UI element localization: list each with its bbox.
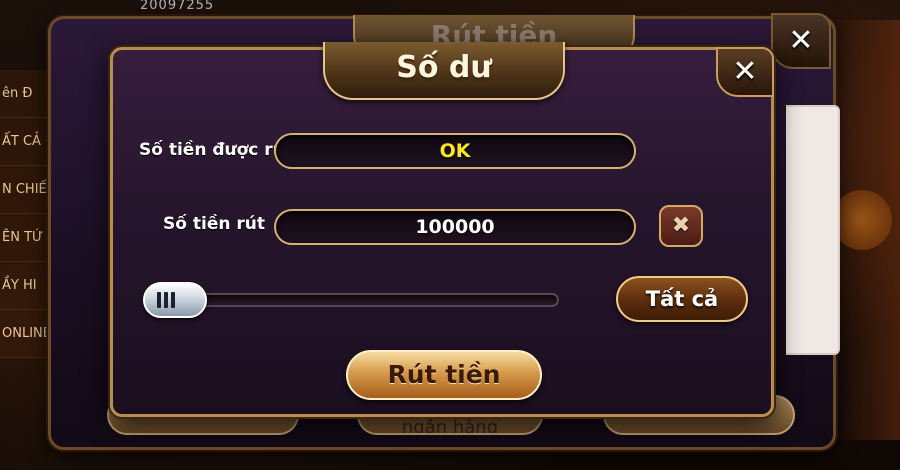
clear-amount-button[interactable]: ✖ (659, 205, 703, 247)
all-button[interactable]: Tất cả (616, 276, 748, 322)
available-amount-value: OK (439, 140, 471, 162)
withdraw-amount-label: Số tiền rút (163, 214, 265, 234)
clear-x-icon: ✖ (671, 213, 691, 238)
dialog-title: Số dư (396, 50, 492, 85)
withdraw-button[interactable]: Rút tiền (346, 350, 542, 400)
amount-slider-track[interactable] (149, 293, 559, 307)
amount-slider-thumb[interactable] (143, 282, 207, 318)
side-menu-item: ẤT CẢ (0, 118, 50, 166)
close-icon: ✕ (788, 23, 814, 58)
back-close-button[interactable]: ✕ (771, 13, 831, 69)
safe-icon (786, 105, 840, 355)
available-amount-field: OK (274, 133, 636, 169)
title-plate: Số dư (323, 42, 565, 100)
withdraw-amount-value: 100000 (415, 216, 495, 238)
close-button[interactable]: ✕ (716, 47, 774, 97)
close-icon: ✕ (732, 54, 758, 89)
decorative-medallion (832, 190, 892, 250)
available-amount-label: Số tiền được rút (139, 140, 293, 160)
side-menu-item: ẦY HI (0, 262, 50, 310)
grip-icon (157, 292, 175, 308)
background-side-menu: ên Đ ẤT CẢ N CHIẾ ÊN TỨ ẦY HI ONLINE (0, 70, 50, 370)
withdraw-amount-input[interactable]: 100000 (274, 209, 636, 245)
side-menu-item: ONLINE (0, 310, 50, 358)
side-menu-item: ÊN TỨ (0, 214, 50, 262)
balance-dialog: Số dư ✕ Số tiền được rút OK Số tiền rút … (110, 42, 774, 417)
balance-number: 20097255 (140, 0, 215, 13)
side-menu-item: ên Đ (0, 70, 50, 118)
side-menu-item: N CHIẾ (0, 166, 50, 214)
